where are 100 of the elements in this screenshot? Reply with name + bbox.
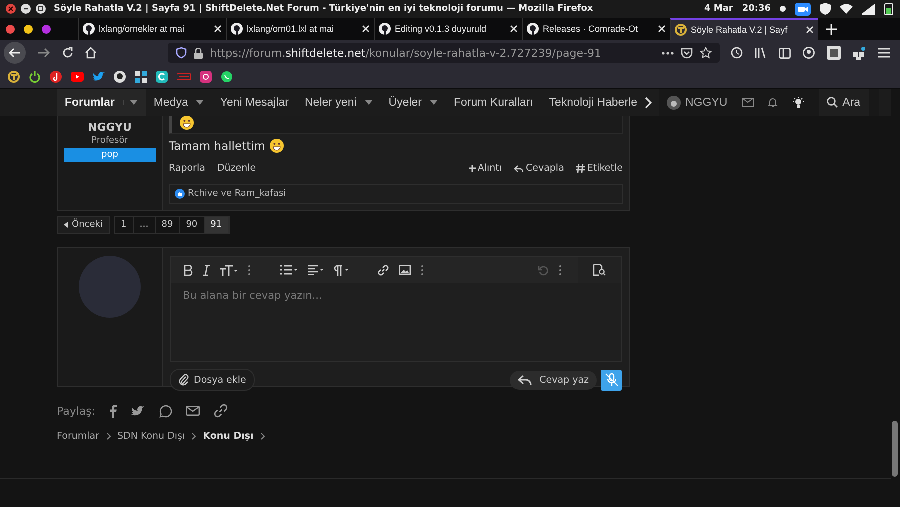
new-tab-icon[interactable]: [826, 24, 837, 34]
page-link[interactable]: 91: [204, 217, 230, 233]
minimize-icon[interactable]: [21, 4, 31, 14]
battery-icon[interactable]: [884, 2, 894, 16]
nav-tab[interactable]: Neler yeni: [297, 89, 381, 116]
chat-bubble-icon[interactable]: [158, 404, 172, 418]
wifi-icon[interactable]: [840, 4, 853, 14]
previous-page-button[interactable]: Önceki: [57, 216, 110, 234]
grid-icon[interactable]: [135, 71, 147, 83]
bell-icon[interactable]: [768, 97, 778, 108]
close-tab-icon[interactable]: [806, 26, 814, 34]
github-icon[interactable]: [114, 71, 126, 83]
nav-tab[interactable]: Forum Kuralları: [446, 89, 542, 116]
pocket-icon[interactable]: [681, 48, 693, 58]
account-icon[interactable]: [803, 47, 815, 59]
editor-box[interactable]: Bu alana bir cevap yazın...: [170, 256, 622, 362]
volume-icon[interactable]: [862, 4, 875, 14]
image-icon[interactable]: [399, 265, 411, 275]
more-vertical-icon[interactable]: [248, 264, 251, 276]
star-icon[interactable]: [700, 47, 712, 59]
close-tab-icon[interactable]: [510, 25, 518, 33]
camera-icon[interactable]: [795, 2, 811, 16]
post-action-link[interactable]: Raporla: [169, 163, 206, 174]
reply-input[interactable]: Bu alana bir cevap yazın...: [171, 283, 621, 361]
paragraph-icon[interactable]: [334, 264, 349, 276]
list-icon[interactable]: [280, 265, 298, 275]
bird-icon[interactable]: [93, 72, 105, 82]
extensions-icon[interactable]: [853, 46, 866, 60]
dot-icon: [780, 6, 786, 12]
post-action-link[interactable]: Cevapla: [514, 163, 564, 174]
power-icon[interactable]: [29, 71, 41, 83]
post-action-link[interactable]: Etiketle: [576, 163, 623, 174]
sidebar-icon[interactable]: [779, 48, 791, 58]
letter-e-icon[interactable]: [156, 71, 168, 83]
text-size-icon[interactable]: [220, 264, 238, 276]
nav-tab[interactable]: Forumlar: [57, 89, 146, 116]
play-icon[interactable]: [71, 72, 84, 82]
close-icon[interactable]: [6, 4, 16, 14]
close-tab-icon[interactable]: [658, 25, 666, 33]
breadcrumb-link[interactable]: Konu Dışı: [203, 431, 254, 442]
nav-tab[interactable]: Üyeler: [380, 89, 446, 116]
caret-icon[interactable]: [364, 100, 373, 105]
caret-icon[interactable]: [122, 100, 138, 105]
browser-tab[interactable]: Söyle Rahatla V.2 | Sayf: [670, 18, 818, 40]
microphone-off-button[interactable]: [601, 370, 622, 390]
caret-icon[interactable]: [430, 100, 438, 105]
nav-tab[interactable]: Teknoloji Haberle: [541, 89, 646, 116]
page-link[interactable]: …: [134, 217, 156, 233]
bookmark-logo-icon[interactable]: [177, 73, 191, 81]
nav-tab[interactable]: Yeni Mesajlar: [212, 89, 297, 116]
search-button[interactable]: Ara: [818, 89, 869, 116]
page-link[interactable]: 89: [156, 217, 180, 233]
bookmark-icon[interactable]: [8, 71, 20, 83]
close-tab-icon[interactable]: [214, 25, 222, 33]
bold-icon[interactable]: [184, 264, 193, 276]
post-action-link[interactable]: Düzenle: [217, 163, 256, 174]
facebook-icon[interactable]: [110, 404, 117, 418]
maximize-icon[interactable]: [36, 4, 46, 14]
post-action-link[interactable]: Alıntı: [468, 163, 502, 174]
scrollbar-thumb[interactable]: [892, 421, 898, 477]
attach-file-button[interactable]: Dosya ekle: [170, 369, 256, 391]
lightbulb-icon[interactable]: [792, 96, 805, 108]
italic-icon[interactable]: [203, 264, 210, 276]
bird-icon[interactable]: [130, 406, 145, 416]
reload-icon[interactable]: [62, 47, 74, 59]
envelope-icon[interactable]: [742, 98, 754, 107]
music-note-icon[interactable]: [50, 71, 62, 83]
username[interactable]: NGGYU: [88, 121, 132, 134]
link-icon[interactable]: [214, 404, 228, 418]
caret-icon[interactable]: [196, 100, 204, 105]
user-menu[interactable]: NGGYU: [659, 96, 728, 110]
close-tab-icon[interactable]: [362, 25, 370, 33]
reactions-text[interactable]: Rchive ve Ram_kafasi: [188, 189, 286, 199]
camera-icon[interactable]: [200, 71, 212, 83]
page-link[interactable]: 1: [115, 217, 134, 233]
lock-icon: [194, 48, 203, 58]
back-icon[interactable]: [4, 42, 26, 64]
align-icon[interactable]: [308, 265, 324, 275]
chat-bubble-icon[interactable]: [221, 71, 233, 83]
menu-icon[interactable]: [878, 48, 890, 58]
history-icon[interactable]: [731, 47, 743, 59]
forward-icon[interactable]: [37, 47, 51, 59]
extension-icon[interactable]: [827, 46, 841, 60]
library-icon[interactable]: [755, 47, 767, 59]
breadcrumb-link[interactable]: Forumlar: [57, 431, 100, 442]
chevron-right-icon[interactable]: [645, 96, 654, 108]
shield-icon[interactable]: [820, 3, 831, 15]
more-icon[interactable]: [662, 52, 674, 54]
reply-button[interactable]: Cevap yaz: [510, 370, 597, 390]
more-vertical-icon[interactable]: [421, 264, 424, 276]
nav-tab[interactable]: Medya: [146, 89, 212, 116]
home-icon[interactable]: [85, 47, 97, 59]
breadcrumb-link[interactable]: SDN Konu Dışı: [118, 431, 186, 442]
envelope-icon[interactable]: [186, 406, 200, 416]
close-dot-icon[interactable]: [6, 24, 15, 34]
maximize-dot-icon[interactable]: [42, 24, 51, 34]
minimize-dot-icon[interactable]: [24, 24, 33, 34]
address-bar[interactable]: https://forum.shiftdelete.net/konular/soyle-rahatla-v-2.727239/page-91: [168, 43, 720, 63]
more-vertical-icon[interactable]: [559, 264, 562, 276]
link-icon[interactable]: [378, 264, 389, 276]
